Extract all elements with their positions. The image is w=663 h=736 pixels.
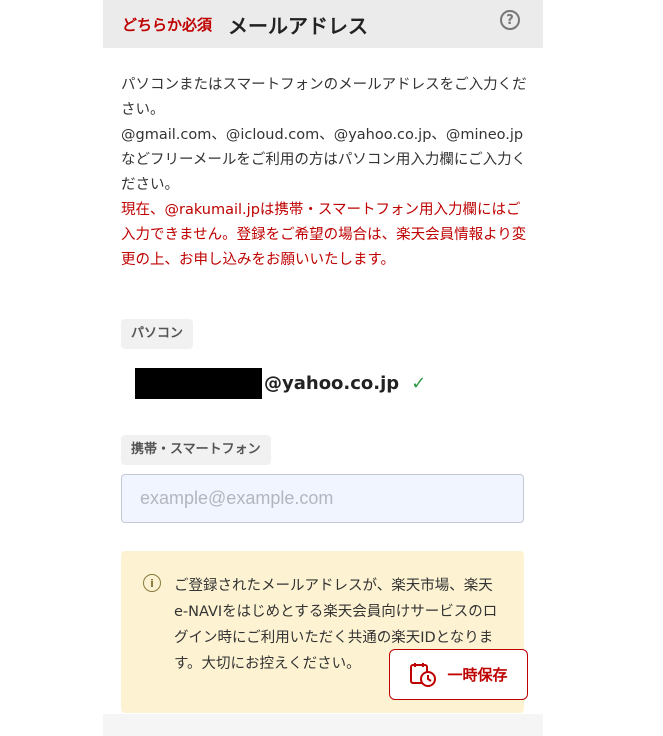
warning-text: 現在、@rakumail.jpは携帯・スマートフォン用入力欄にはご入力できません… xyxy=(121,202,527,268)
mobile-email-input[interactable] xyxy=(121,474,524,523)
save-clock-icon xyxy=(410,662,437,687)
info-circle-icon: i xyxy=(143,574,161,592)
save-button-label: 一時保存 xyxy=(447,667,508,684)
field-header: どちらか必須 メールアドレス xyxy=(103,0,543,48)
temporary-save-button[interactable]: 一時保存 xyxy=(389,649,528,700)
question-circle-icon[interactable]: ? xyxy=(500,10,520,30)
required-label: どちらか必須 xyxy=(122,15,213,34)
redacted-email-local-part xyxy=(135,368,262,399)
description-line: パソコンまたはスマートフォンのメールアドレスをご入力ください。 xyxy=(121,77,527,118)
field-title: メールアドレス xyxy=(228,13,369,38)
mobile-label: 携帯・スマートフォン xyxy=(121,435,271,465)
checkmark-icon: ✓ xyxy=(411,373,427,394)
field-description: パソコンまたはスマートフォンのメールアドレスをご入力ください。 @gmail.c… xyxy=(121,73,531,273)
pc-email-domain: @yahoo.co.jp xyxy=(264,373,400,394)
pc-label: パソコン xyxy=(121,319,194,349)
description-line: @gmail.com、@icloud.com、@yahoo.co.jp、@min… xyxy=(121,127,527,193)
bottom-divider xyxy=(103,714,543,736)
pc-email-display: @yahoo.co.jp ✓ xyxy=(135,368,426,399)
